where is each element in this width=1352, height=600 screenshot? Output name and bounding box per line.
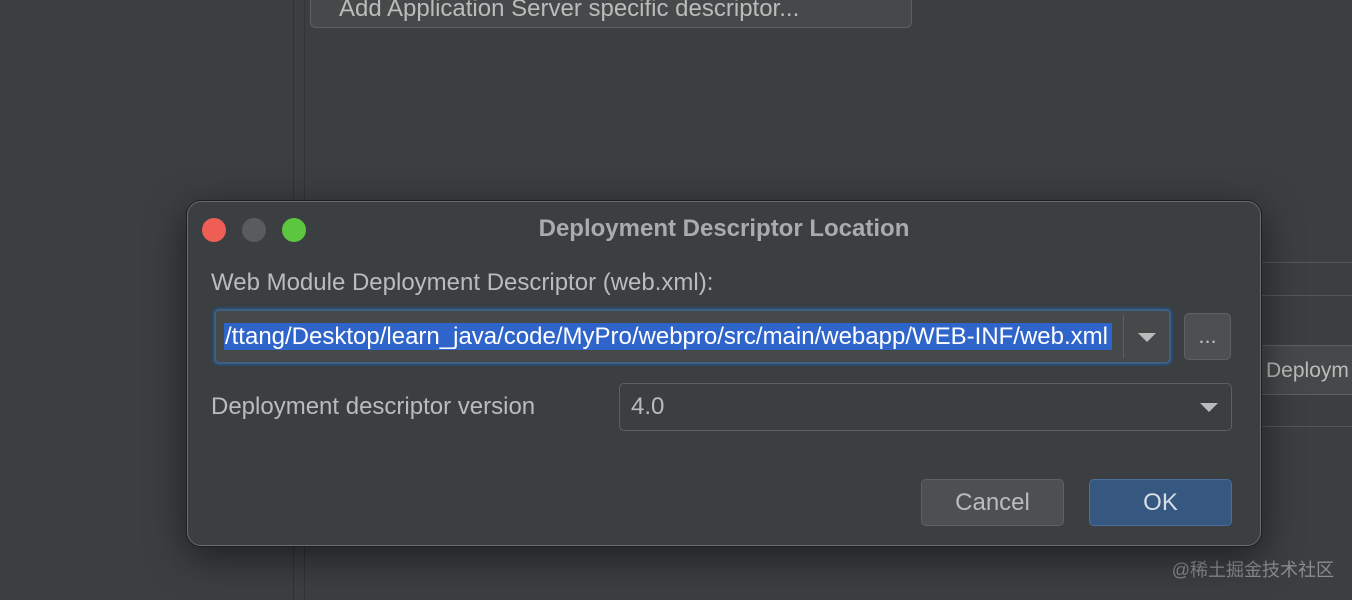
chevron-down-icon[interactable] <box>1138 333 1156 342</box>
descriptor-path-value: /Users/ttang/Desktop/learn_java/code/MyP… <box>224 323 1112 350</box>
version-value: 4.0 <box>631 393 665 420</box>
dialog-title: Deployment Descriptor Location <box>538 215 910 242</box>
watermark: @稀土掘金技术社区 <box>1171 560 1334 580</box>
background-divider <box>1262 426 1352 427</box>
version-label: Deployment descriptor version <box>211 393 536 420</box>
descriptor-path-label: Web Module Deployment Descriptor (web.xm… <box>211 269 714 296</box>
descriptor-path-combo[interactable]: /Users/ttang/Desktop/learn_java/code/MyP… <box>214 309 1171 364</box>
deployment-descriptor-dialog: Deployment Descriptor Location Web Modul… <box>187 201 1261 546</box>
version-select[interactable]: 4.0 <box>619 383 1232 431</box>
add-server-descriptor-button[interactable]: Add Application Server specific descript… <box>310 0 912 28</box>
background-divider <box>1262 262 1352 263</box>
browse-button[interactable]: ... <box>1184 313 1231 360</box>
background-deployment-button[interactable]: Deploym <box>1250 345 1352 395</box>
cancel-button[interactable]: Cancel <box>921 479 1064 526</box>
combo-divider <box>1123 315 1124 358</box>
descriptor-path-input[interactable]: /Users/ttang/Desktop/learn_java/code/MyP… <box>224 321 1112 353</box>
chevron-down-icon[interactable] <box>1200 403 1218 412</box>
ok-button[interactable]: OK <box>1089 479 1232 526</box>
background-divider <box>1262 295 1352 296</box>
